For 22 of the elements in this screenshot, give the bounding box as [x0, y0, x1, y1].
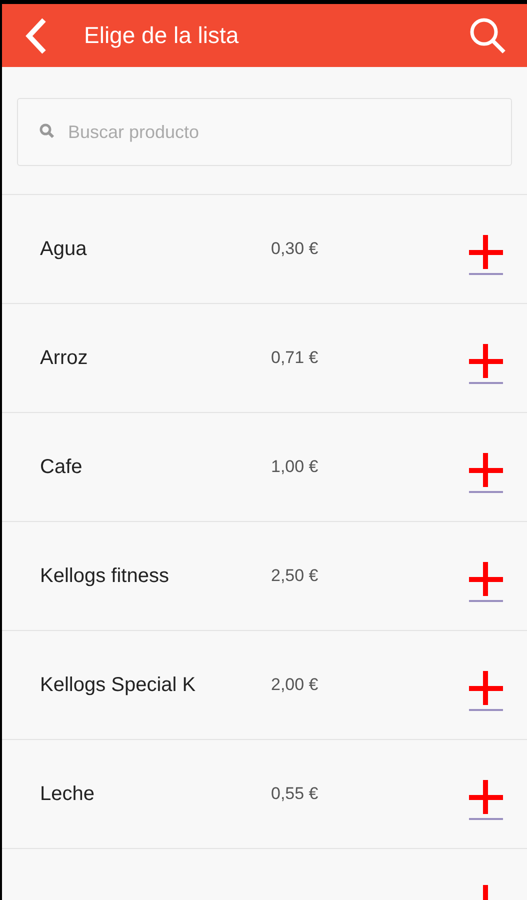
screen-title: Elige de la lista [84, 22, 240, 49]
product-price: 0,30 € [271, 239, 320, 259]
product-price: 2,00 € [271, 675, 320, 695]
search-field[interactable]: Buscar producto [17, 98, 512, 166]
product-name: Arroz [40, 346, 89, 370]
product-price: 0,55 € [271, 784, 320, 804]
search-icon[interactable] [469, 16, 507, 54]
add-icon[interactable] [468, 780, 504, 822]
product-price: 1,00 € [271, 457, 320, 477]
add-icon[interactable] [468, 235, 504, 277]
product-name: Leche [40, 782, 96, 806]
add-icon[interactable] [468, 344, 504, 386]
back-icon[interactable] [24, 16, 48, 54]
product-price: 2,50 € [271, 566, 320, 586]
add-icon[interactable] [468, 671, 504, 713]
product-name: Agua [40, 238, 88, 260]
product-name: Kellogs fitness [40, 564, 170, 588]
add-icon[interactable] [468, 453, 504, 495]
product-name: Cafe [40, 456, 84, 478]
product-price: 0,71 € [271, 348, 320, 368]
add-icon[interactable] [468, 562, 504, 604]
product-name: Kellogs Special K [40, 674, 197, 696]
